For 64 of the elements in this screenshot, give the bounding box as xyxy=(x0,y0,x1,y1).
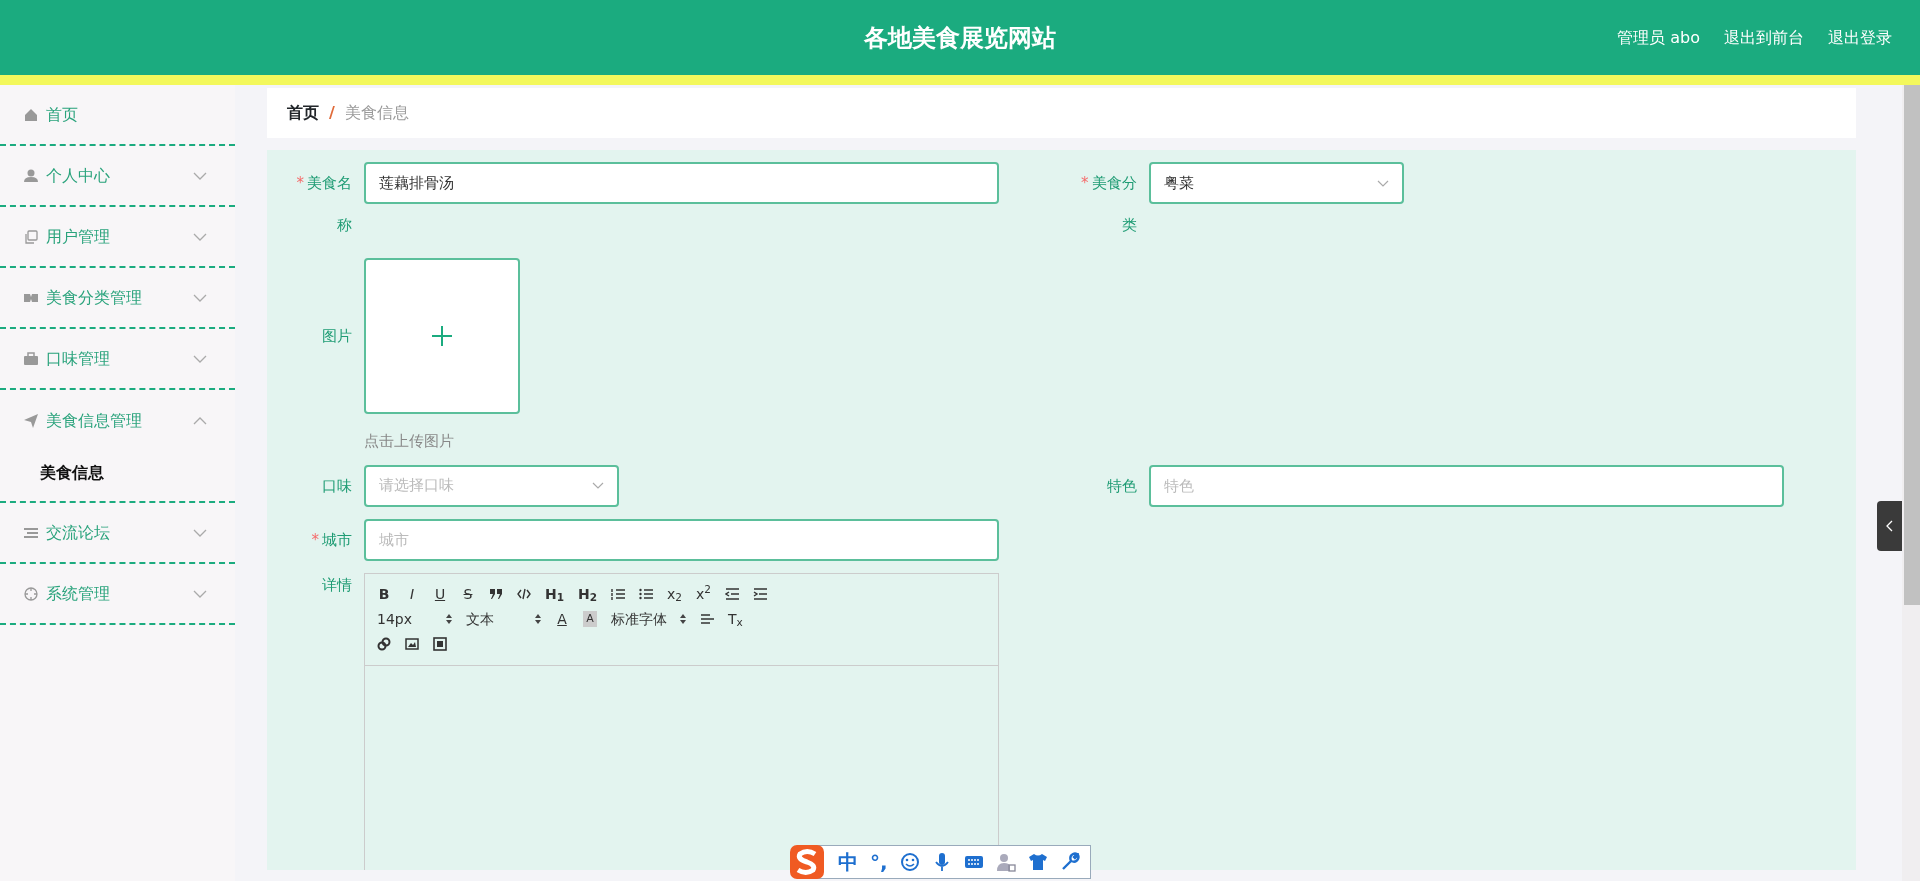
toolbar-button[interactable]: A xyxy=(583,610,597,628)
scrollbar[interactable] xyxy=(1902,85,1920,881)
toolbar-dropdown[interactable]: 文本 xyxy=(466,608,541,630)
required-marker: * xyxy=(296,174,304,192)
text-field[interactable]: 莲藕排骨汤 xyxy=(364,162,999,204)
list-icon xyxy=(24,525,38,540)
home-icon xyxy=(24,107,38,122)
text-field[interactable]: 城市 xyxy=(364,518,999,561)
toolbar-dropdown[interactable]: 14px xyxy=(377,608,452,630)
breadcrumb-separator: / xyxy=(329,102,335,124)
text-field[interactable]: 特色 xyxy=(1148,464,1784,507)
quote-icon[interactable] xyxy=(489,587,503,601)
toolbar-button[interactable]: I xyxy=(405,583,419,605)
upload-hint: 点击上传图片 xyxy=(364,431,455,452)
toolbar-dropdown[interactable]: 标准字体 xyxy=(611,608,686,630)
link-icon[interactable] xyxy=(377,637,391,651)
toolbar-button[interactable]: x$^{2}$ xyxy=(696,583,712,605)
toolbar-button[interactable]: x$_{2}$ xyxy=(667,583,683,605)
field-label: 图片 xyxy=(322,327,352,345)
toolbar-button[interactable]: H$_{2}$ xyxy=(578,583,598,605)
toolbar-button[interactable]: T$_{x}$ xyxy=(728,608,743,630)
smiley-icon[interactable] xyxy=(899,852,920,872)
field-label: 详情 xyxy=(322,575,352,594)
field-label: 城市 xyxy=(322,530,352,549)
select-field[interactable]: 粤菜 xyxy=(1148,162,1404,204)
field-label: 特色 xyxy=(1106,476,1137,495)
required-marker: * xyxy=(1081,174,1089,192)
code-icon[interactable] xyxy=(517,587,531,601)
user-icon[interactable] xyxy=(995,852,1016,872)
collapse-tab[interactable] xyxy=(1877,501,1902,551)
breadcrumb-item[interactable]: 首页 xyxy=(287,101,319,125)
align-left-icon[interactable] xyxy=(700,612,714,626)
user-icon xyxy=(24,168,38,183)
ordered-list-icon[interactable] xyxy=(611,587,626,601)
toolbar-button[interactable]: S xyxy=(461,583,475,605)
site-title: 各地美食展览网站 xyxy=(864,22,1056,54)
briefcase-icon xyxy=(24,351,38,366)
toolbar-button[interactable]: A xyxy=(555,608,569,630)
image-icon[interactable] xyxy=(405,637,419,651)
toolbar-button[interactable]: B xyxy=(377,583,391,605)
updown-icon xyxy=(680,614,686,624)
paper-plane-icon xyxy=(24,413,38,428)
plus-icon xyxy=(431,325,453,347)
breadcrumb-item: 美食信息 xyxy=(344,102,409,124)
submenu-item[interactable]: 美食信息 xyxy=(0,451,235,495)
shirt-icon[interactable] xyxy=(1027,852,1048,872)
outdent-icon[interactable] xyxy=(725,587,740,601)
field-label: 美食名称 xyxy=(307,174,352,234)
updown-icon xyxy=(446,614,452,624)
field-label: 美食分类 xyxy=(1091,174,1137,234)
film-icon[interactable] xyxy=(433,637,447,651)
toolbar-button[interactable]: H$_{1}$ xyxy=(545,583,565,605)
chevron-left-icon xyxy=(1886,520,1893,532)
indent-icon[interactable] xyxy=(753,587,768,601)
scrollbar-thumb[interactable] xyxy=(1904,85,1920,605)
updown-icon xyxy=(535,614,541,624)
copy-icon xyxy=(24,229,38,244)
chevron-down-icon xyxy=(1376,179,1389,187)
field-label: 口味 xyxy=(322,476,352,495)
bullet-list-icon[interactable] xyxy=(639,587,654,601)
chevron-down-icon xyxy=(592,482,604,489)
required-marker: * xyxy=(311,530,319,549)
crosshair-icon xyxy=(24,586,38,601)
toolbar-button[interactable]: U xyxy=(433,583,447,605)
